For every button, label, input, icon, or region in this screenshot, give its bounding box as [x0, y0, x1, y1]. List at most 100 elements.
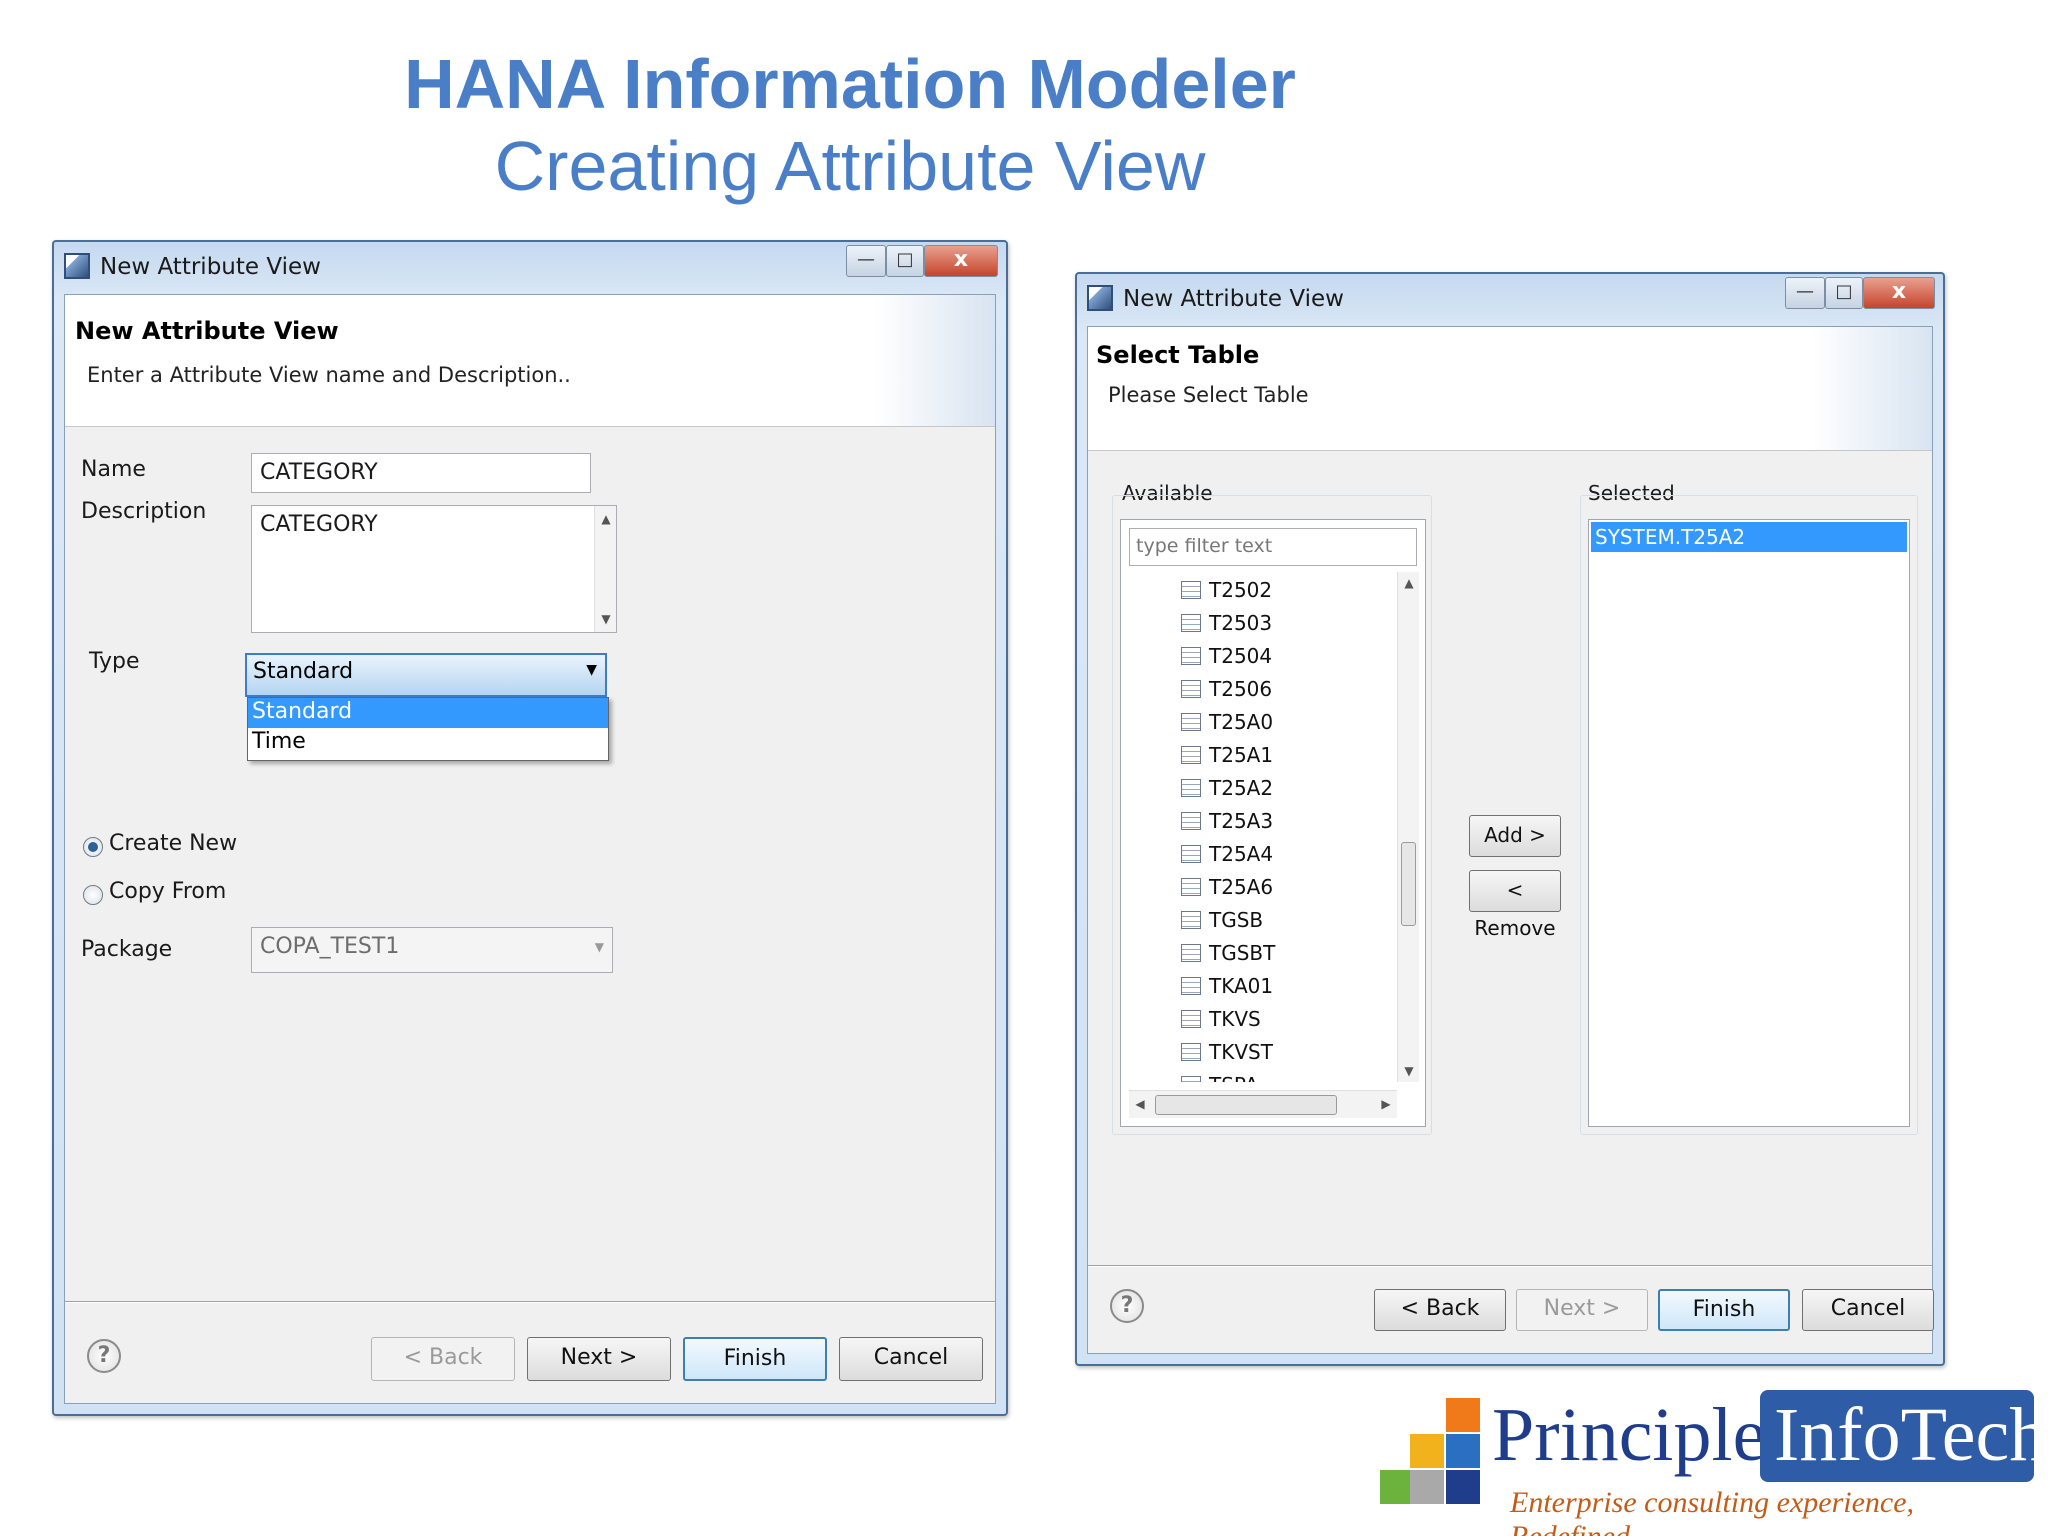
scroll-down-icon[interactable]: ▼	[1398, 1064, 1420, 1078]
table-row[interactable]: TSPA	[1181, 1073, 1258, 1082]
close-icon[interactable]: x	[1863, 277, 1935, 309]
description-label: Description	[81, 499, 207, 524]
table-row[interactable]: T2503	[1181, 611, 1272, 641]
table-row[interactable]: TKVST	[1181, 1040, 1273, 1070]
logo-square	[1410, 1470, 1444, 1504]
maximize-icon[interactable]: □	[886, 245, 924, 277]
table-row[interactable]: T25A4	[1181, 842, 1273, 872]
scroll-up-icon[interactable]: ▲	[1398, 576, 1420, 590]
scroll-down-icon[interactable]: ▼	[595, 612, 617, 626]
close-icon[interactable]: x	[924, 245, 998, 277]
window-title: New Attribute View	[1123, 286, 1344, 312]
back-button[interactable]: < Back	[1374, 1289, 1506, 1331]
table-icon	[1181, 713, 1201, 731]
scroll-thumb[interactable]	[1401, 842, 1416, 926]
finish-button[interactable]: Finish	[1658, 1289, 1790, 1331]
logo-square	[1446, 1434, 1480, 1468]
table-row[interactable]: T2504	[1181, 644, 1272, 674]
table-row[interactable]: T2502	[1181, 578, 1272, 608]
app-icon	[64, 253, 90, 279]
type-option-time[interactable]: Time	[248, 728, 608, 758]
minimize-icon[interactable]: —	[846, 245, 886, 277]
name-label: Name	[81, 457, 146, 482]
table-icon	[1181, 647, 1201, 665]
scroll-right-icon[interactable]: ▶	[1375, 1097, 1397, 1111]
table-icon	[1181, 977, 1201, 995]
description-field[interactable]: CATEGORY ▲ ▼	[251, 505, 617, 633]
add-button[interactable]: Add >	[1469, 815, 1561, 857]
table-icon	[1181, 1076, 1201, 1082]
table-row[interactable]: T25A2	[1181, 776, 1273, 806]
table-icon	[1181, 812, 1201, 830]
remove-button[interactable]: < Remove	[1469, 870, 1561, 940]
description-text: CATEGORY	[260, 512, 378, 537]
back-button[interactable]: < Back	[371, 1337, 515, 1381]
logo-square	[1410, 1434, 1444, 1468]
table-icon	[1181, 1010, 1201, 1028]
wizard-header: New Attribute View Enter a Attribute Vie…	[65, 295, 995, 427]
help-icon[interactable]: ?	[87, 1339, 121, 1373]
table-icon	[1181, 746, 1201, 764]
maximize-icon[interactable]: □	[1825, 277, 1863, 309]
slide-title: HANA Information Modeler	[404, 45, 1296, 123]
wizard-header: Select Table Please Select Table	[1088, 327, 1932, 451]
copy-from-radio[interactable]	[83, 885, 103, 905]
copy-from-label[interactable]: Copy From	[109, 879, 226, 904]
table-row[interactable]: T25A1	[1181, 743, 1273, 773]
filter-input[interactable]: type filter text	[1129, 528, 1417, 566]
dialog-client-area: Select Table Please Select Table Availab…	[1087, 326, 1934, 1354]
table-row[interactable]: T25A3	[1181, 809, 1273, 839]
dialog-client-area: New Attribute View Enter a Attribute Vie…	[64, 294, 996, 1404]
logo-square	[1380, 1470, 1414, 1504]
table-row[interactable]: T2506	[1181, 677, 1272, 707]
chevron-down-icon: ▼	[594, 940, 604, 954]
table-row[interactable]: TGSBT	[1181, 941, 1275, 971]
table-row[interactable]: T25A0	[1181, 710, 1273, 740]
logo-box: InfoTech	[1760, 1390, 2047, 1482]
cancel-button[interactable]: Cancel	[1802, 1289, 1934, 1331]
type-dropdown-list: Standard Time	[247, 697, 609, 761]
table-row[interactable]: TGSB	[1181, 908, 1263, 938]
table-icon	[1181, 581, 1201, 599]
finish-button[interactable]: Finish	[683, 1337, 827, 1381]
table-icon	[1181, 878, 1201, 896]
cancel-button[interactable]: Cancel	[839, 1337, 983, 1381]
slide-subtitle: Creating Attribute View	[494, 127, 1206, 205]
logo-word-principle: Principle	[1492, 1393, 1767, 1477]
dialog-titlebar[interactable]: New Attribute View — □ x	[1077, 274, 1943, 326]
dialog-titlebar[interactable]: New Attribute View — □ x	[54, 242, 1006, 294]
table-icon	[1181, 845, 1201, 863]
selected-list[interactable]: SYSTEM.T25A2	[1588, 519, 1910, 1127]
next-button[interactable]: Next >	[1516, 1289, 1648, 1331]
footer-separator	[65, 1301, 995, 1303]
minimize-icon[interactable]: —	[1785, 277, 1825, 309]
package-select: COPA_TEST1 ▼	[251, 927, 613, 973]
scroll-thumb[interactable]	[1155, 1095, 1337, 1115]
create-new-radio[interactable]	[83, 837, 103, 857]
table-icon	[1181, 779, 1201, 797]
description-scrollbar[interactable]: ▲ ▼	[594, 506, 616, 632]
name-field[interactable]: CATEGORY	[251, 453, 591, 493]
type-label: Type	[89, 649, 140, 674]
scroll-left-icon[interactable]: ◀	[1129, 1097, 1151, 1111]
window-title: New Attribute View	[100, 254, 321, 280]
type-select[interactable]: Standard ▼	[245, 653, 607, 697]
table-row[interactable]: TKA01	[1181, 974, 1273, 1004]
table-list: T2502 T2503 T2504 T2506 T25A0 T25A1 T25A…	[1121, 572, 1399, 1082]
table-row[interactable]: TKVS	[1181, 1007, 1261, 1037]
type-option-standard[interactable]: Standard	[248, 698, 608, 728]
scroll-up-icon[interactable]: ▲	[595, 512, 617, 526]
help-icon[interactable]: ?	[1110, 1289, 1144, 1323]
table-icon	[1181, 614, 1201, 632]
page-title: Select Table	[1096, 341, 1260, 369]
table-list-vscrollbar[interactable]: ▲ ▼	[1397, 572, 1419, 1082]
table-list-hscrollbar[interactable]: ◀ ▶	[1129, 1090, 1397, 1118]
create-new-label[interactable]: Create New	[109, 831, 237, 856]
page-description: Enter a Attribute View name and Descript…	[87, 363, 571, 387]
table-icon	[1181, 944, 1201, 962]
principle-infotech-logo: Principle InfoTech Enterprise consulting…	[1380, 1390, 2047, 1536]
next-button[interactable]: Next >	[527, 1337, 671, 1381]
selected-item[interactable]: SYSTEM.T25A2	[1591, 522, 1907, 552]
logo-square	[1446, 1398, 1480, 1432]
table-row[interactable]: T25A6	[1181, 875, 1273, 905]
